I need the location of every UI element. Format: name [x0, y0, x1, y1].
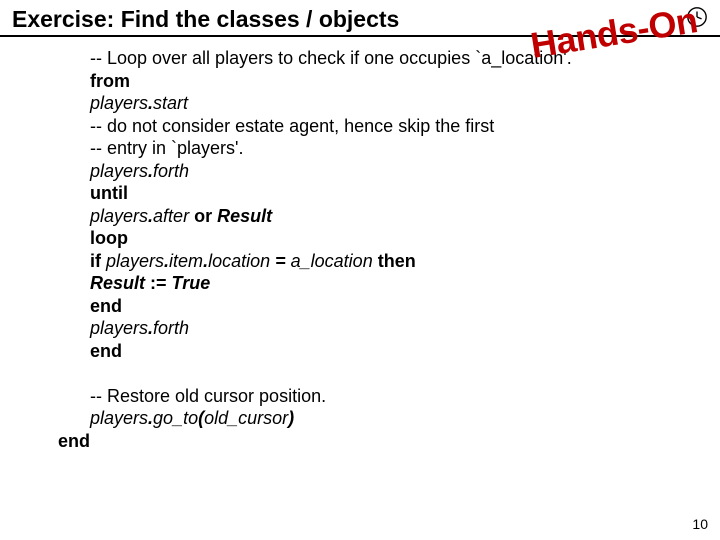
slide-title: Exercise: Find the classes / objects	[12, 6, 399, 32]
kw-end: end	[90, 341, 122, 361]
kw-loop: loop	[90, 228, 128, 248]
kw-from: from	[90, 71, 130, 91]
page-number: 10	[692, 516, 708, 532]
code-body: -- Loop over all players to check if one…	[0, 37, 720, 452]
kw-end: end	[58, 431, 90, 451]
kw-end: end	[90, 296, 122, 316]
kw-until: until	[90, 183, 128, 203]
